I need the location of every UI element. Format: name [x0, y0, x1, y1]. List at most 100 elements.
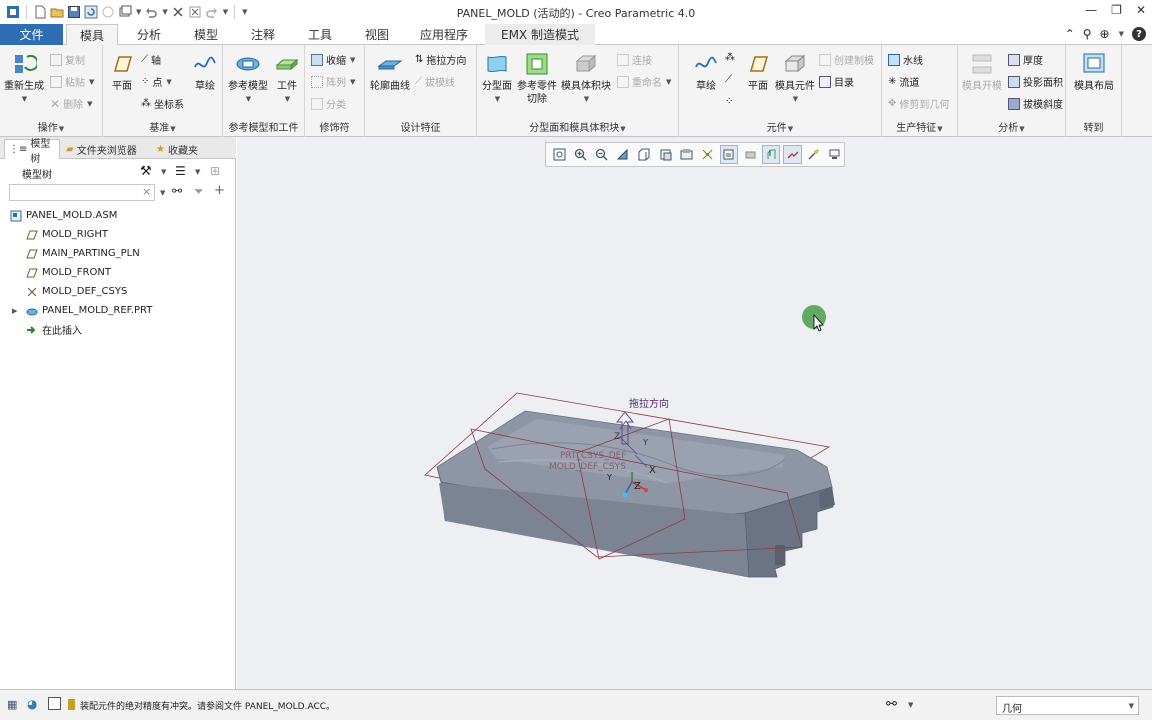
tab-mold[interactable]: 模具: [66, 24, 118, 46]
paste-button[interactable]: 粘贴 ▼: [50, 74, 94, 89]
restore-icon[interactable]: ❐: [1111, 3, 1122, 17]
redo-caret-icon[interactable]: ▼: [223, 8, 228, 16]
customize-toolbar-icon[interactable]: ▼: [242, 8, 247, 16]
rename-button[interactable]: 重命名 ▼: [617, 74, 671, 89]
tab-view[interactable]: 视图: [351, 24, 403, 45]
new-file-icon[interactable]: [33, 5, 47, 19]
tab-analysis[interactable]: 分析: [123, 24, 175, 45]
mold-component-button[interactable]: 模具元件 ▼: [775, 51, 815, 106]
component-csys-button[interactable]: ⁂: [725, 52, 735, 63]
thickness-button[interactable]: 厚度: [1008, 52, 1043, 67]
prt-csys-label[interactable]: PRT_CSYS_DEF: [560, 451, 627, 461]
datum-plane-button[interactable]: 平面: [107, 51, 137, 93]
mold-3d-model[interactable]: 拖拉方向 PRT_CSYS_DEF MOLD_DEF_CSYS Z Y X Y …: [237, 137, 1152, 689]
workpiece-button[interactable]: 工件 ▼: [273, 51, 301, 106]
datum-csys-button[interactable]: ⁂ 坐标系: [141, 96, 184, 111]
mold-csys-label[interactable]: MOLD_DEF_CSYS: [549, 462, 626, 472]
tree-settings-icon[interactable]: ⚒: [140, 164, 152, 179]
silhouette-curve-button[interactable]: 轮廓曲线: [369, 51, 411, 93]
group-label-datum[interactable]: 基准▼: [103, 119, 222, 134]
close-all-icon[interactable]: [188, 5, 202, 19]
save-icon[interactable]: [67, 5, 81, 19]
tab-tools[interactable]: 工具: [294, 24, 346, 45]
regenerate-button[interactable]: 重新生成 ▼: [4, 51, 44, 106]
trim-geometry-button[interactable]: ✥ 修剪到几何: [888, 96, 949, 111]
regenerate-quick-icon[interactable]: [84, 5, 98, 19]
tab-annotate[interactable]: 注释: [237, 24, 289, 45]
window-switch-icon[interactable]: [118, 5, 132, 19]
tab-model-tree[interactable]: ⋮≡ 模型树: [4, 139, 60, 165]
tree-item-mold-front[interactable]: MOLD_FRONT: [26, 263, 111, 282]
close-window-icon[interactable]: [171, 5, 185, 19]
search-history-caret-icon[interactable]: ▼: [160, 189, 165, 197]
group-label-component[interactable]: 元件▼: [679, 119, 881, 134]
classify-button[interactable]: 分类: [311, 96, 346, 111]
find-binoculars-icon[interactable]: ⚯: [172, 184, 182, 198]
tree-item-ref-part[interactable]: ▶ PANEL_MOLD_REF.PRT: [12, 301, 152, 320]
component-plane-button[interactable]: 平面: [743, 51, 773, 93]
open-folder-icon[interactable]: [50, 5, 64, 19]
tab-emx[interactable]: EMX 制造模式: [485, 24, 595, 45]
tab-file[interactable]: 文件: [0, 24, 63, 45]
drag-direction-label[interactable]: 拖拉方向: [629, 397, 669, 410]
find-caret-icon[interactable]: ▼: [908, 701, 913, 709]
tab-applications[interactable]: 应用程序: [410, 24, 478, 45]
ref-part-cut-button[interactable]: 参考零件 切除: [515, 51, 559, 106]
ref-model-button[interactable]: 参考模型 ▼: [227, 51, 269, 106]
browser-toggle-icon[interactable]: ◕: [27, 697, 37, 711]
expand-arrow-icon[interactable]: ▶: [12, 307, 17, 315]
community-caret-icon[interactable]: ▼: [1119, 30, 1124, 38]
tree-item-main-parting-pln[interactable]: MAIN_PARTING_PLN: [26, 244, 140, 263]
draft-line-button[interactable]: ⟋ 拔模线: [415, 74, 455, 89]
projected-area-button[interactable]: 投影面积: [1008, 74, 1063, 89]
group-label-operations[interactable]: 操作▼: [0, 119, 102, 134]
mold-volume-button[interactable]: 模具体积块 ▼: [561, 51, 611, 106]
minimize-icon[interactable]: —: [1085, 3, 1097, 17]
search-icon[interactable]: ⚲: [1083, 27, 1092, 41]
component-sketch-button[interactable]: 草绘: [691, 51, 721, 93]
selection-filter-select[interactable]: 几何 ▼: [996, 696, 1139, 715]
app-menu-icon[interactable]: [6, 5, 20, 19]
collapse-ribbon-icon[interactable]: ⌃: [1065, 27, 1075, 41]
copy-button[interactable]: 复制: [50, 52, 85, 67]
panel-toggle-icon[interactable]: ▦: [7, 698, 17, 711]
community-icon[interactable]: ⊕: [1100, 27, 1110, 41]
tab-model[interactable]: 模型: [180, 24, 232, 45]
datum-sketch-button[interactable]: 草绘: [191, 51, 219, 93]
shrink-button[interactable]: 收缩 ▼: [311, 52, 355, 67]
undo-icon[interactable]: [144, 5, 158, 19]
tree-show-caret-icon[interactable]: ▼: [195, 168, 200, 176]
draft-check-button[interactable]: 拔模斜度: [1008, 96, 1063, 111]
tree-item-insert-here[interactable]: 在此插入: [26, 320, 82, 339]
tree-item-mold-def-csys[interactable]: MOLD_DEF_CSYS: [26, 282, 127, 301]
connect-button[interactable]: 连接: [617, 52, 652, 67]
tree-columns-icon[interactable]: ⊞: [210, 164, 220, 178]
tree-show-icon[interactable]: ☰: [175, 164, 186, 178]
help-icon[interactable]: ?: [1132, 27, 1146, 41]
redo-icon[interactable]: [205, 5, 219, 19]
tree-item-assembly[interactable]: PANEL_MOLD.ASM: [10, 206, 117, 225]
filter-caret-icon[interactable]: ▼: [1129, 702, 1134, 710]
group-label-analysis[interactable]: 分析▼: [958, 119, 1065, 134]
component-axis-button[interactable]: ⟋: [725, 74, 732, 85]
runner-button[interactable]: ✳ 流道: [888, 74, 919, 89]
close-icon[interactable]: ✕: [1136, 3, 1146, 17]
datum-axis-button[interactable]: ⟋ 轴: [141, 52, 161, 67]
drag-direction-button[interactable]: ⇅ 拖拉方向: [415, 52, 466, 67]
graphics-viewport[interactable]: 拖拉方向 PRT_CSYS_DEF MOLD_DEF_CSYS Z Y X Y …: [237, 137, 1152, 689]
mold-layout-button[interactable]: 模具布局: [1072, 51, 1116, 93]
filter-icon[interactable]: ⏷: [194, 184, 204, 199]
datum-point-button[interactable]: ⁘ 点 ▼: [141, 74, 172, 89]
tab-folder-browser[interactable]: ▰ 文件夹浏览器: [62, 139, 150, 159]
group-label-parting[interactable]: 分型面和模具体积块▼: [477, 119, 678, 134]
add-icon[interactable]: +: [214, 183, 225, 198]
find-icon[interactable]: ⚯: [886, 697, 897, 712]
waterline-button[interactable]: 水线: [888, 52, 923, 67]
component-point-button[interactable]: ⁘: [725, 96, 733, 107]
mold-open-button[interactable]: 模具开模: [962, 51, 1002, 93]
tree-item-mold-right[interactable]: MOLD_RIGHT: [26, 225, 108, 244]
create-mold-button[interactable]: 创建制模: [819, 52, 874, 67]
fullscreen-icon[interactable]: [48, 697, 61, 710]
tree-search-input[interactable]: [9, 184, 155, 201]
dropdown-caret-icon[interactable]: ▼: [136, 8, 141, 16]
